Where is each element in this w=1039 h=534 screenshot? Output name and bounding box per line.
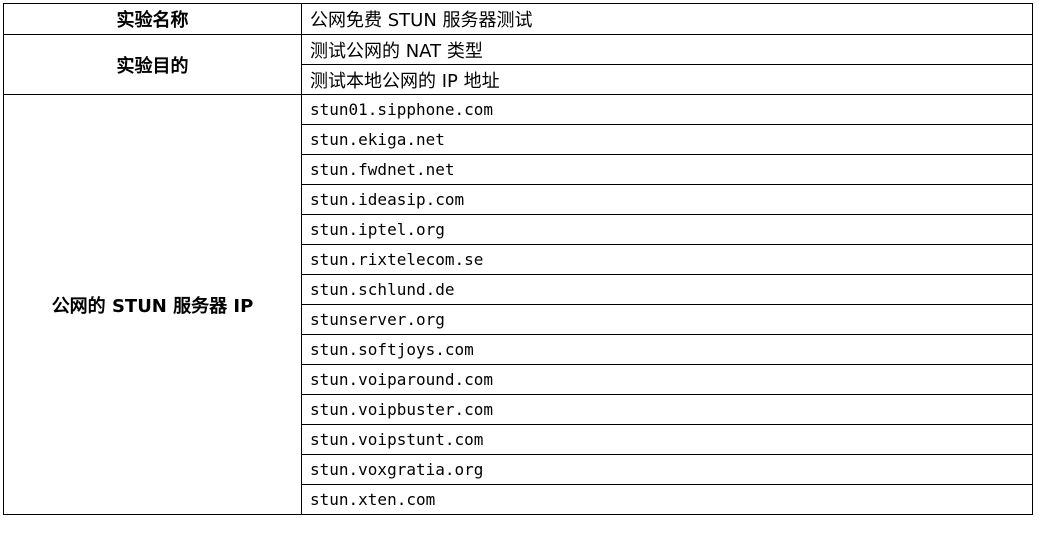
experiment-purpose-row: 实验目的 测试公网的 NAT 类型 — [3, 34, 1033, 95]
stun-server-item: stun.voipstunt.com — [301, 424, 1033, 455]
experiment-purpose-item: 测试本地公网的 IP 地址 — [301, 64, 1033, 95]
experiment-name-label: 实验名称 — [3, 3, 302, 35]
stun-server-item: stun.xten.com — [301, 484, 1033, 515]
stun-server-row: 公网的 STUN 服务器 IP stun01.sipphone.com — [3, 94, 1033, 515]
stun-server-item: stun.ekiga.net — [301, 124, 1033, 155]
stun-server-item: stun.voipbuster.com — [301, 394, 1033, 425]
stun-server-item: stunserver.org — [301, 304, 1033, 335]
stun-server-item: stun.iptel.org — [301, 214, 1033, 245]
stun-servers-label: 公网的 STUN 服务器 IP — [3, 94, 302, 515]
experiment-name-row: 实验名称 公网免费 STUN 服务器测试 — [3, 3, 1033, 35]
stun-server-item: stun.voxgratia.org — [301, 454, 1033, 485]
stun-server-item: stun.ideasip.com — [301, 184, 1033, 215]
stun-server-item: stun.softjoys.com — [301, 334, 1033, 365]
experiment-name-value: 公网免费 STUN 服务器测试 — [301, 3, 1033, 35]
stun-server-item: stun01.sipphone.com — [301, 94, 1033, 125]
experiment-purpose-label: 实验目的 — [3, 34, 302, 95]
stun-server-item: stun.voiparound.com — [301, 364, 1033, 395]
stun-server-item: stun.schlund.de — [301, 274, 1033, 305]
experiment-table: 实验名称 公网免费 STUN 服务器测试 实验目的 测试公网的 NAT 类型 测… — [3, 3, 1033, 515]
stun-server-item: stun.rixtelecom.se — [301, 244, 1033, 275]
experiment-purpose-item: 测试公网的 NAT 类型 — [301, 34, 1033, 65]
stun-server-item: stun.fwdnet.net — [301, 154, 1033, 185]
